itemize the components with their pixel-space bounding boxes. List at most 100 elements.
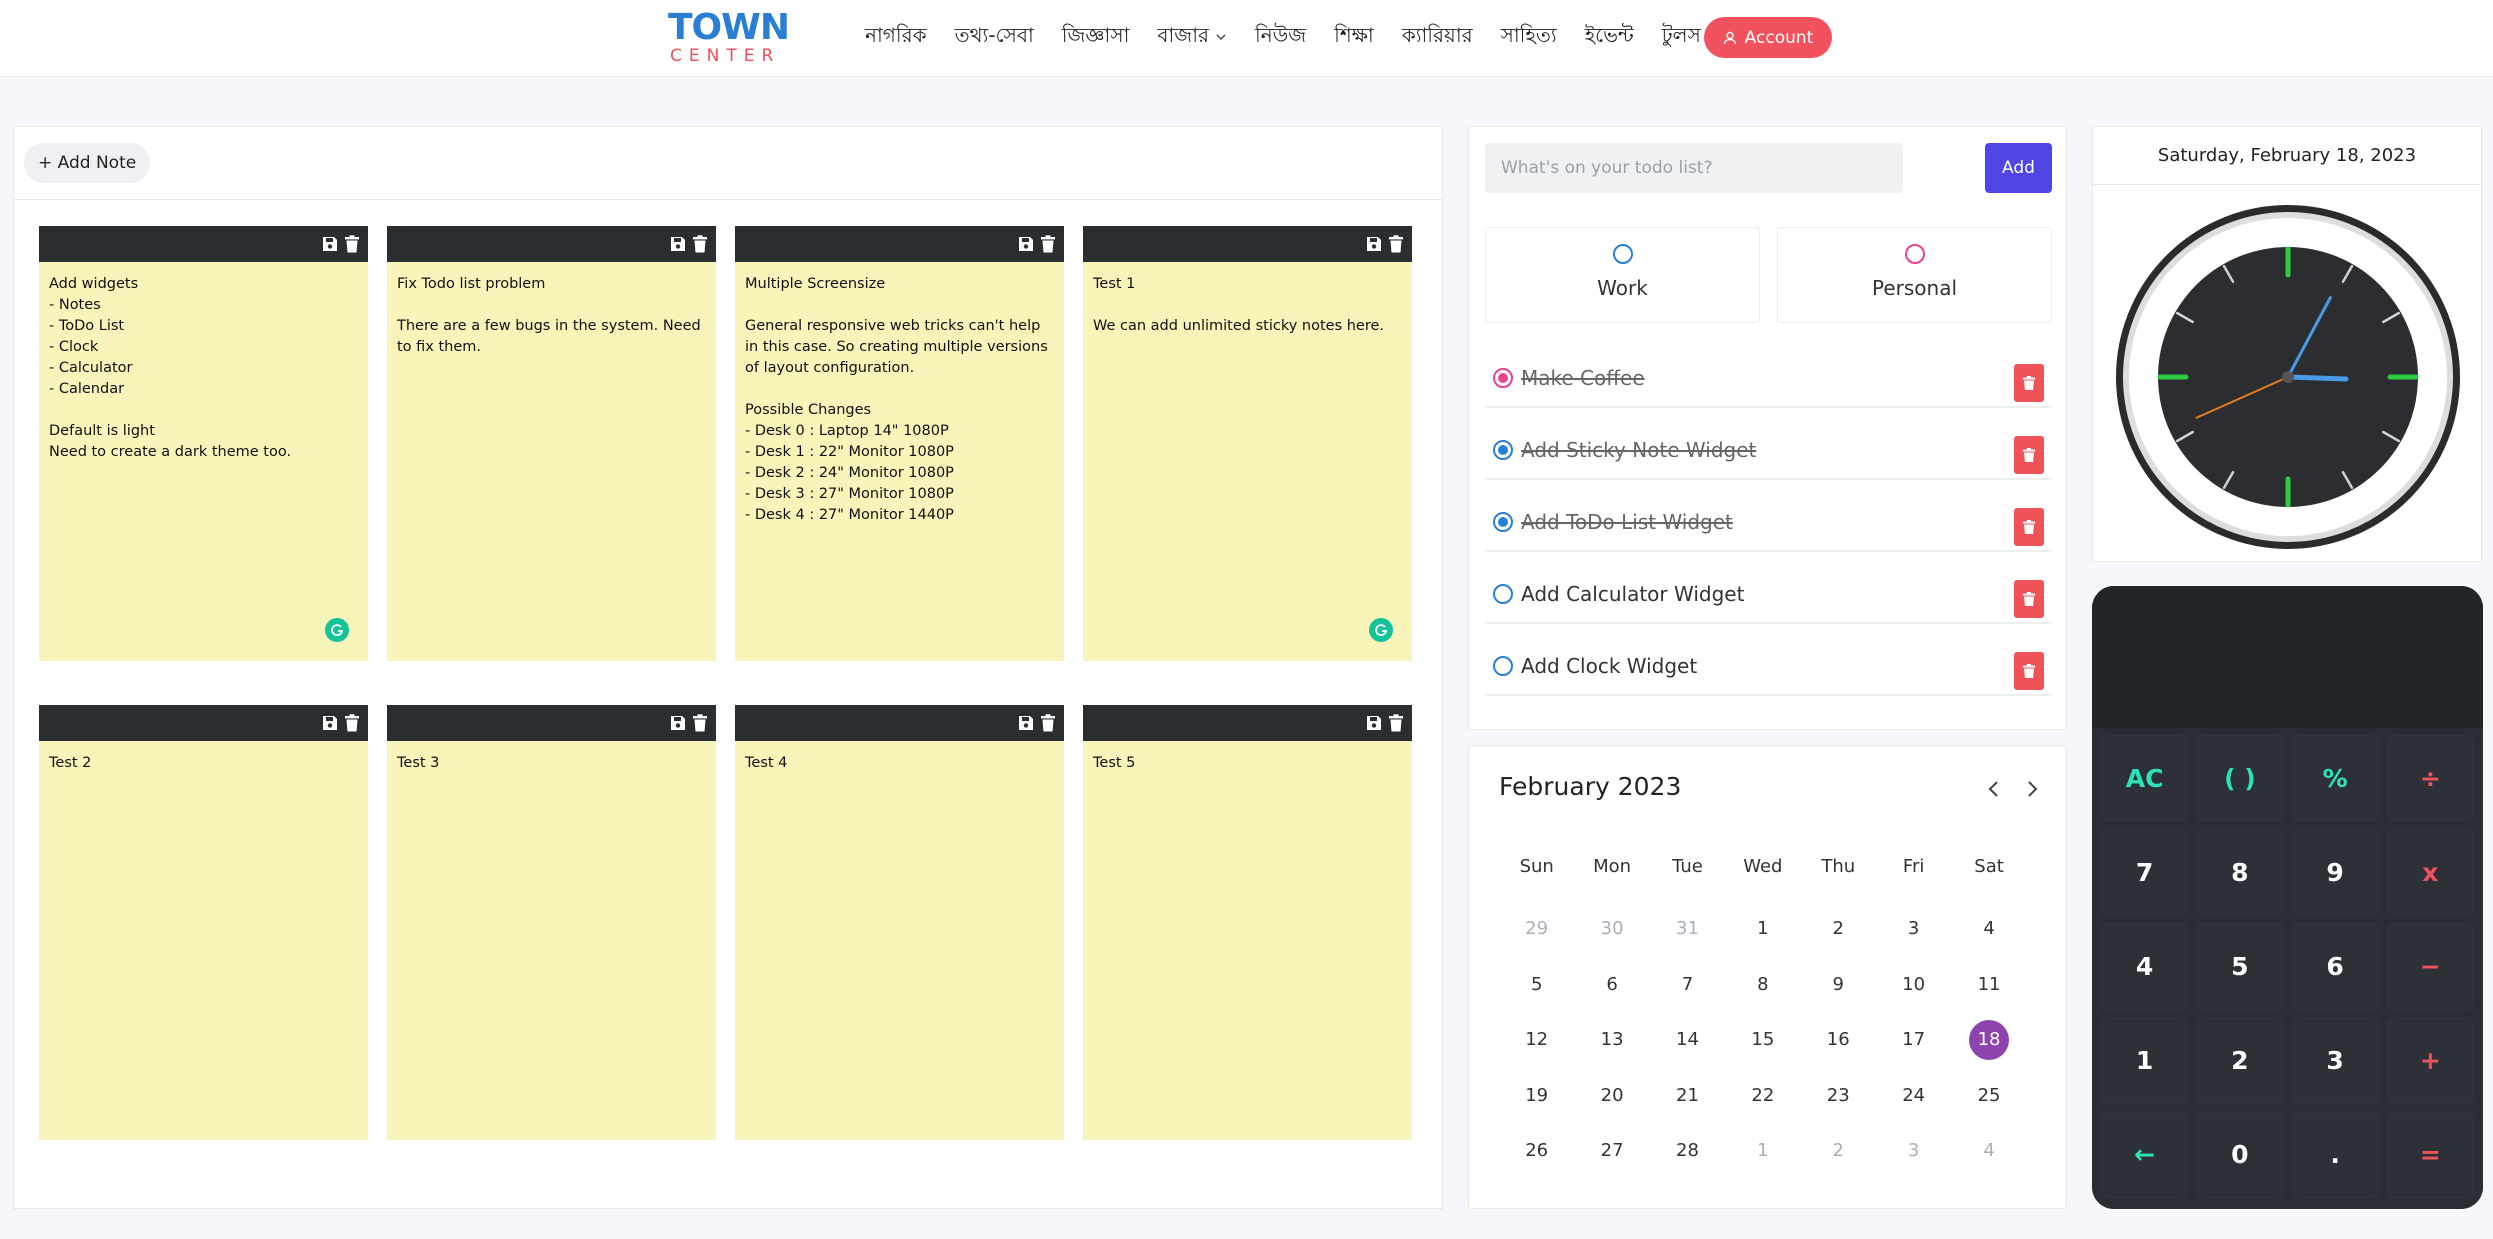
calendar-day[interactable]: 15 [1725,1012,1800,1068]
calc-key[interactable]: % [2292,736,2378,821]
trash-icon[interactable] [1388,235,1404,253]
todo-add-button[interactable]: Add [1985,143,2052,193]
calendar-day[interactable]: 5 [1499,957,1574,1013]
calendar-day[interactable]: 10 [1876,957,1951,1013]
sticky-note[interactable]: Add widgets - Notes - ToDo List - Clock … [39,226,368,661]
note-text[interactable]: Multiple Screensize General responsive w… [735,262,1064,538]
note-text[interactable]: Test 2 [39,741,368,786]
calendar-day[interactable]: 18 [1951,1012,2026,1068]
calendar-day[interactable]: 3 [1876,1123,1951,1179]
nav-item[interactable]: শিক্ষা [1334,21,1374,54]
trash-icon[interactable] [1388,714,1404,732]
trash-icon[interactable] [344,235,360,253]
nav-item[interactable]: ক্যারিয়ার [1402,21,1473,54]
sticky-note[interactable]: Test 5 [1083,705,1412,1140]
calc-key[interactable]: − [2387,924,2473,1009]
calc-key[interactable]: ÷ [2387,736,2473,821]
todo-checkbox[interactable] [1493,656,1513,676]
calendar-day[interactable]: 12 [1499,1012,1574,1068]
calc-key[interactable]: 5 [2197,924,2283,1009]
sticky-note[interactable]: Multiple Screensize General responsive w… [735,226,1064,661]
account-button[interactable]: Account [1704,17,1832,58]
delete-todo-button[interactable] [2014,652,2044,690]
chevron-left-icon[interactable] [1987,780,2001,798]
calc-key[interactable]: = [2387,1112,2473,1197]
nav-item[interactable]: নাগরিক [865,21,927,54]
sticky-note[interactable]: Test 2 [39,705,368,1140]
nav-item[interactable]: সাহিত্য [1501,21,1557,54]
trash-icon[interactable] [1040,235,1056,253]
calc-key[interactable]: ← [2102,1112,2188,1197]
calendar-day[interactable]: 11 [1951,957,2026,1013]
todo-item[interactable]: Add ToDo List Widget [1485,494,2052,552]
calendar-day[interactable]: 25 [1951,1068,2026,1124]
calc-key[interactable]: AC [2102,736,2188,821]
nav-item[interactable]: তথ্য-সেবা [955,21,1034,54]
grammarly-icon[interactable] [325,618,349,642]
todo-checkbox[interactable] [1493,440,1513,460]
sticky-note[interactable]: Test 1 We can add unlimited sticky notes… [1083,226,1412,661]
calc-key[interactable]: ( ) [2197,736,2283,821]
calendar-day[interactable]: 13 [1574,1012,1649,1068]
sticky-note[interactable]: Fix Todo list problem There are a few bu… [387,226,716,661]
todo-item[interactable]: Make Coffee [1485,350,2052,408]
note-text[interactable]: Test 1 We can add unlimited sticky notes… [1083,262,1412,349]
logo[interactable]: TOWN CENTER [668,10,794,67]
calendar-day[interactable]: 2 [1801,1123,1876,1179]
todo-checkbox[interactable] [1493,512,1513,532]
calendar-day[interactable]: 9 [1801,957,1876,1013]
calendar-day[interactable]: 3 [1876,901,1951,957]
calendar-day[interactable]: 14 [1650,1012,1725,1068]
delete-todo-button[interactable] [2014,436,2044,474]
note-text[interactable]: Test 4 [735,741,1064,786]
add-note-button[interactable]: + Add Note [24,143,151,183]
todo-category-work[interactable]: Work [1485,227,1760,323]
calendar-day[interactable]: 28 [1650,1123,1725,1179]
todo-item[interactable]: Add Sticky Note Widget [1485,422,2052,480]
todo-item[interactable]: Add Clock Widget [1485,638,2052,696]
calendar-day[interactable]: 17 [1876,1012,1951,1068]
calendar-day[interactable]: 4 [1951,901,2026,957]
calc-key[interactable]: + [2387,1018,2473,1103]
calc-key[interactable]: 8 [2197,830,2283,915]
calc-key[interactable]: 4 [2102,924,2188,1009]
sticky-note[interactable]: Test 3 [387,705,716,1140]
calendar-day[interactable]: 16 [1801,1012,1876,1068]
save-icon[interactable] [670,236,686,252]
calendar-day[interactable]: 1 [1725,901,1800,957]
calendar-day[interactable]: 23 [1801,1068,1876,1124]
nav-item[interactable]: নিউজ [1255,21,1306,54]
nav-item[interactable]: ইভেন্ট [1585,21,1634,54]
calendar-day[interactable]: 26 [1499,1123,1574,1179]
calc-key[interactable]: 3 [2292,1018,2378,1103]
calendar-day[interactable]: 8 [1725,957,1800,1013]
delete-todo-button[interactable] [2014,508,2044,546]
save-icon[interactable] [1018,236,1034,252]
trash-icon[interactable] [1040,714,1056,732]
calc-key[interactable]: 9 [2292,830,2378,915]
calendar-day[interactable]: 22 [1725,1068,1800,1124]
calc-key[interactable]: 1 [2102,1018,2188,1103]
calc-key[interactable]: 7 [2102,830,2188,915]
note-text[interactable]: Test 3 [387,741,716,786]
calendar-day[interactable]: 24 [1876,1068,1951,1124]
calendar-day[interactable]: 30 [1574,901,1649,957]
nav-item[interactable]: বাজার [1157,21,1227,54]
calendar-day[interactable]: 27 [1574,1123,1649,1179]
chevron-right-icon[interactable] [2025,780,2039,798]
note-text[interactable]: Add widgets - Notes - ToDo List - Clock … [39,262,368,475]
calendar-day[interactable]: 4 [1951,1123,2026,1179]
calendar-day[interactable]: 20 [1574,1068,1649,1124]
todo-checkbox[interactable] [1493,368,1513,388]
save-icon[interactable] [322,236,338,252]
save-icon[interactable] [670,715,686,731]
trash-icon[interactable] [344,714,360,732]
trash-icon[interactable] [692,714,708,732]
save-icon[interactable] [1366,715,1382,731]
calendar-day[interactable]: 2 [1801,901,1876,957]
sticky-note[interactable]: Test 4 [735,705,1064,1140]
note-text[interactable]: Test 5 [1083,741,1412,786]
note-text[interactable]: Fix Todo list problem There are a few bu… [387,262,716,370]
todo-category-personal[interactable]: Personal [1777,227,2052,323]
calendar-day[interactable]: 21 [1650,1068,1725,1124]
